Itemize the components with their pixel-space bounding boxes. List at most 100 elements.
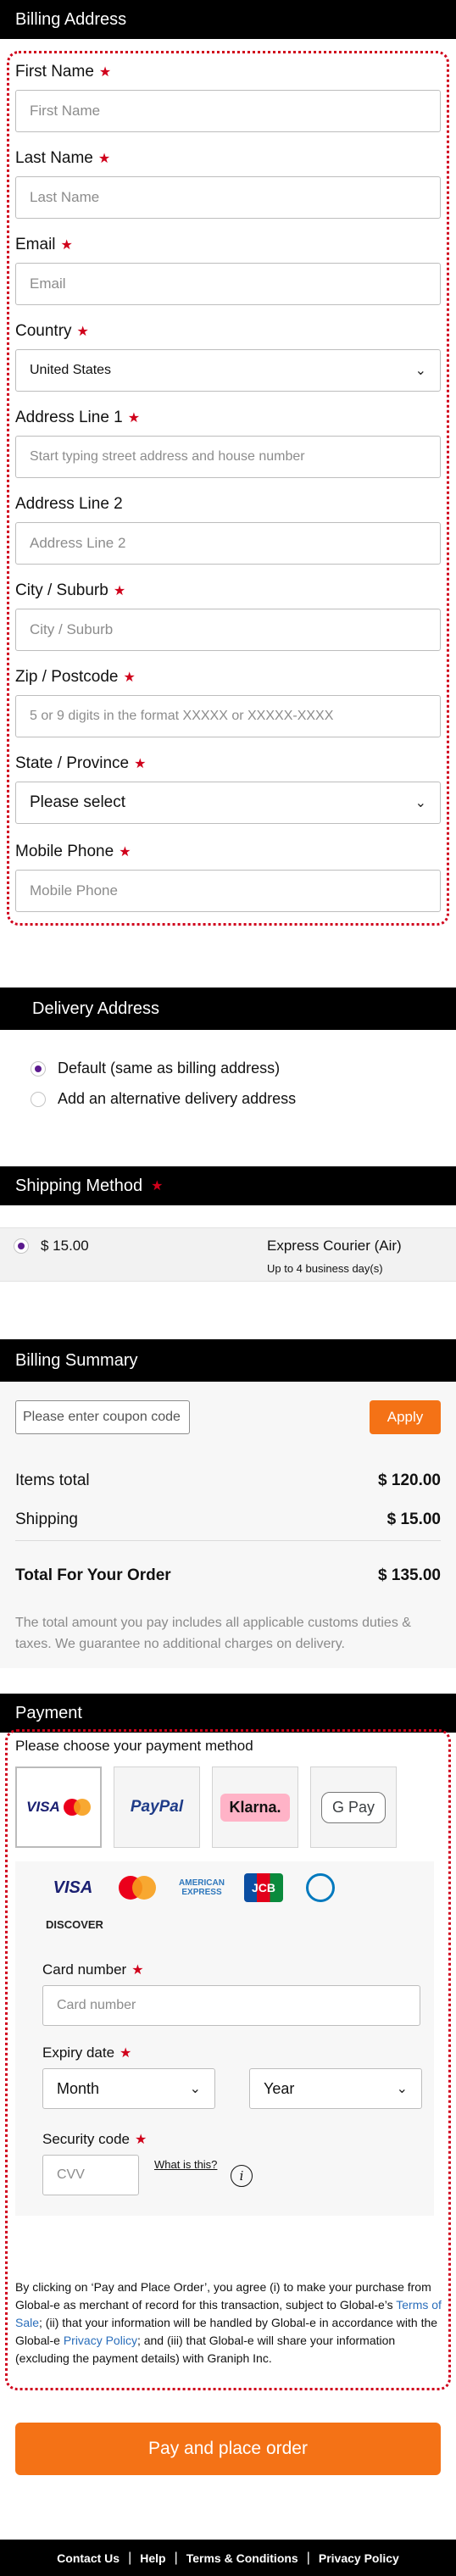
- delivery-option-alternative[interactable]: Add an alternative delivery address: [31, 1090, 296, 1108]
- country-select[interactable]: United States ⌄: [15, 349, 441, 392]
- delivery-option-default[interactable]: Default (same as billing address): [31, 1060, 280, 1077]
- shipping-price: $ 15.00: [41, 1238, 89, 1254]
- footer-contact-link[interactable]: Contact Us: [57, 2551, 120, 2565]
- payment-title: Payment: [15, 1703, 82, 1722]
- mastercard-brand-icon: [117, 1873, 158, 1902]
- required-star-icon: ★: [135, 2133, 147, 2147]
- email-input[interactable]: Email: [15, 263, 441, 305]
- email-label: Email ★: [15, 236, 73, 253]
- radio-unselected-icon[interactable]: [31, 1091, 46, 1107]
- shipping-eta: Up to 4 business day(s): [267, 1262, 383, 1275]
- billing-header: Billing Address: [0, 0, 456, 39]
- address2-input[interactable]: Address Line 2: [15, 522, 441, 565]
- footer: Contact Us | Help | Terms & Conditions |…: [0, 2540, 456, 2576]
- pay-and-place-order-button[interactable]: Pay and place order: [15, 2423, 441, 2475]
- required-star-icon: ★: [113, 584, 126, 598]
- delivery-header: Delivery Address: [0, 988, 456, 1030]
- shipping-total-row: Shipping $ 15.00: [15, 1511, 441, 1528]
- summary-header: Billing Summary: [0, 1339, 456, 1382]
- payment-header: Payment: [0, 1694, 456, 1733]
- required-star-icon: ★: [131, 1963, 144, 1978]
- mobile-input[interactable]: Mobile Phone: [15, 870, 441, 912]
- security-code-label: Security code ★: [42, 2131, 147, 2147]
- mastercard-icon: [63, 1799, 91, 1816]
- privacy-policy-link[interactable]: Privacy Policy: [64, 2334, 137, 2347]
- first-name-label: First Name ★: [15, 63, 112, 81]
- footer-separator: |: [174, 2550, 178, 2565]
- expiry-label: Expiry date ★: [42, 2045, 132, 2061]
- footer-terms-link[interactable]: Terms & Conditions: [186, 2551, 298, 2565]
- order-total-row: Total For Your Order $ 135.00: [15, 1566, 441, 1584]
- apply-coupon-button[interactable]: Apply: [370, 1400, 441, 1434]
- summary-title: Billing Summary: [15, 1350, 138, 1370]
- mobile-label: Mobile Phone ★: [15, 843, 131, 860]
- state-label: State / Province ★: [15, 754, 147, 772]
- city-input[interactable]: City / Suburb: [15, 609, 441, 651]
- state-select[interactable]: Please select ⌄: [15, 782, 441, 824]
- paypal-logo: PayPal: [130, 1798, 184, 1816]
- address1-input[interactable]: Start typing street address and house nu…: [15, 436, 441, 478]
- required-star-icon: ★: [76, 325, 89, 339]
- delivery-title: Delivery Address: [32, 999, 160, 1018]
- required-star-icon: ★: [119, 845, 131, 860]
- payment-method-klarna[interactable]: Klarna.: [212, 1766, 298, 1848]
- diners-club-brand-icon: [303, 1873, 337, 1902]
- chevron-down-icon: ⌄: [396, 2082, 408, 2096]
- payment-method-paypal[interactable]: PayPal: [114, 1766, 200, 1848]
- shipping-method-name: Express Courier (Air): [267, 1238, 402, 1254]
- billing-title: Billing Address: [15, 9, 127, 29]
- address1-label: Address Line 1 ★: [15, 409, 141, 426]
- first-name-input[interactable]: First Name: [15, 90, 441, 132]
- coupon-input[interactable]: Please enter coupon code: [15, 1400, 190, 1434]
- expiry-year-select[interactable]: Year ⌄: [249, 2068, 422, 2109]
- klarna-logo: Klarna.: [220, 1793, 290, 1822]
- last-name-label: Last Name ★: [15, 149, 111, 167]
- payment-legal-text: By clicking on ‘Pay and Place Order’, yo…: [15, 2280, 442, 2365]
- card-number-label: Card number ★: [42, 1961, 144, 1978]
- jcb-brand-icon: JCB: [244, 1873, 283, 1902]
- payment-method-card[interactable]: VISA: [15, 1766, 102, 1848]
- footer-separator: |: [306, 2550, 310, 2565]
- summary-divider: [15, 1540, 441, 1541]
- payment-method-gpay[interactable]: G Pay: [310, 1766, 397, 1848]
- footer-help-link[interactable]: Help: [140, 2551, 165, 2565]
- shipping-option[interactable]: $ 15.00 Express Courier (Air) Up to 4 bu…: [0, 1227, 456, 1282]
- zip-label: Zip / Postcode ★: [15, 668, 136, 686]
- what-is-this-link[interactable]: What is this?: [154, 2158, 217, 2171]
- google-pay-logo: G Pay: [320, 1791, 386, 1823]
- chevron-down-icon: ⌄: [189, 2082, 201, 2096]
- required-star-icon: ★: [60, 238, 73, 253]
- card-details-panel: VISA AMERICAN EXPRESS JCB DISCOVER Card …: [15, 1861, 434, 2216]
- cvv-input[interactable]: CVV: [42, 2155, 139, 2195]
- amex-brand-icon: AMERICAN EXPRESS: [179, 1878, 225, 1897]
- chevron-down-icon: ⌄: [414, 364, 426, 378]
- shipping-header: Shipping Method ★: [0, 1166, 456, 1205]
- required-star-icon: ★: [134, 757, 147, 771]
- required-star-icon: ★: [123, 670, 136, 685]
- last-name-input[interactable]: Last Name: [15, 176, 441, 219]
- info-icon[interactable]: i: [231, 2165, 253, 2187]
- expiry-month-select[interactable]: Month ⌄: [42, 2068, 215, 2109]
- payment-method-tiles: VISA PayPal Klarna. G Pay: [15, 1766, 405, 1848]
- required-star-icon: ★: [120, 2046, 132, 2061]
- address2-label: Address Line 2: [15, 495, 123, 513]
- country-label: Country ★: [15, 322, 89, 340]
- summary-note: The total amount you pay includes all ap…: [15, 1616, 411, 1651]
- shipping-title: Shipping Method: [15, 1176, 143, 1195]
- city-label: City / Suburb ★: [15, 581, 126, 599]
- discover-brand-icon: DISCOVER: [46, 1917, 103, 1931]
- visa-logo: VISA: [26, 1799, 60, 1815]
- footer-privacy-link[interactable]: Privacy Policy: [319, 2551, 399, 2565]
- items-total-row: Items total $ 120.00: [15, 1472, 441, 1489]
- card-number-input[interactable]: Card number: [42, 1985, 420, 2026]
- visa-brand-icon: VISA: [53, 1878, 93, 1897]
- payment-method-prompt: Please choose your payment method: [15, 1738, 253, 1754]
- required-star-icon: ★: [97, 152, 111, 166]
- chevron-down-icon: ⌄: [414, 796, 426, 810]
- zip-input[interactable]: 5 or 9 digits in the format XXXXX or XXX…: [15, 695, 441, 737]
- required-star-icon: ★: [127, 411, 141, 426]
- radio-selected-icon[interactable]: [14, 1238, 29, 1254]
- radio-selected-icon[interactable]: [31, 1060, 46, 1077]
- required-star-icon: ★: [98, 65, 112, 80]
- required-star-icon: ★: [151, 1179, 164, 1193]
